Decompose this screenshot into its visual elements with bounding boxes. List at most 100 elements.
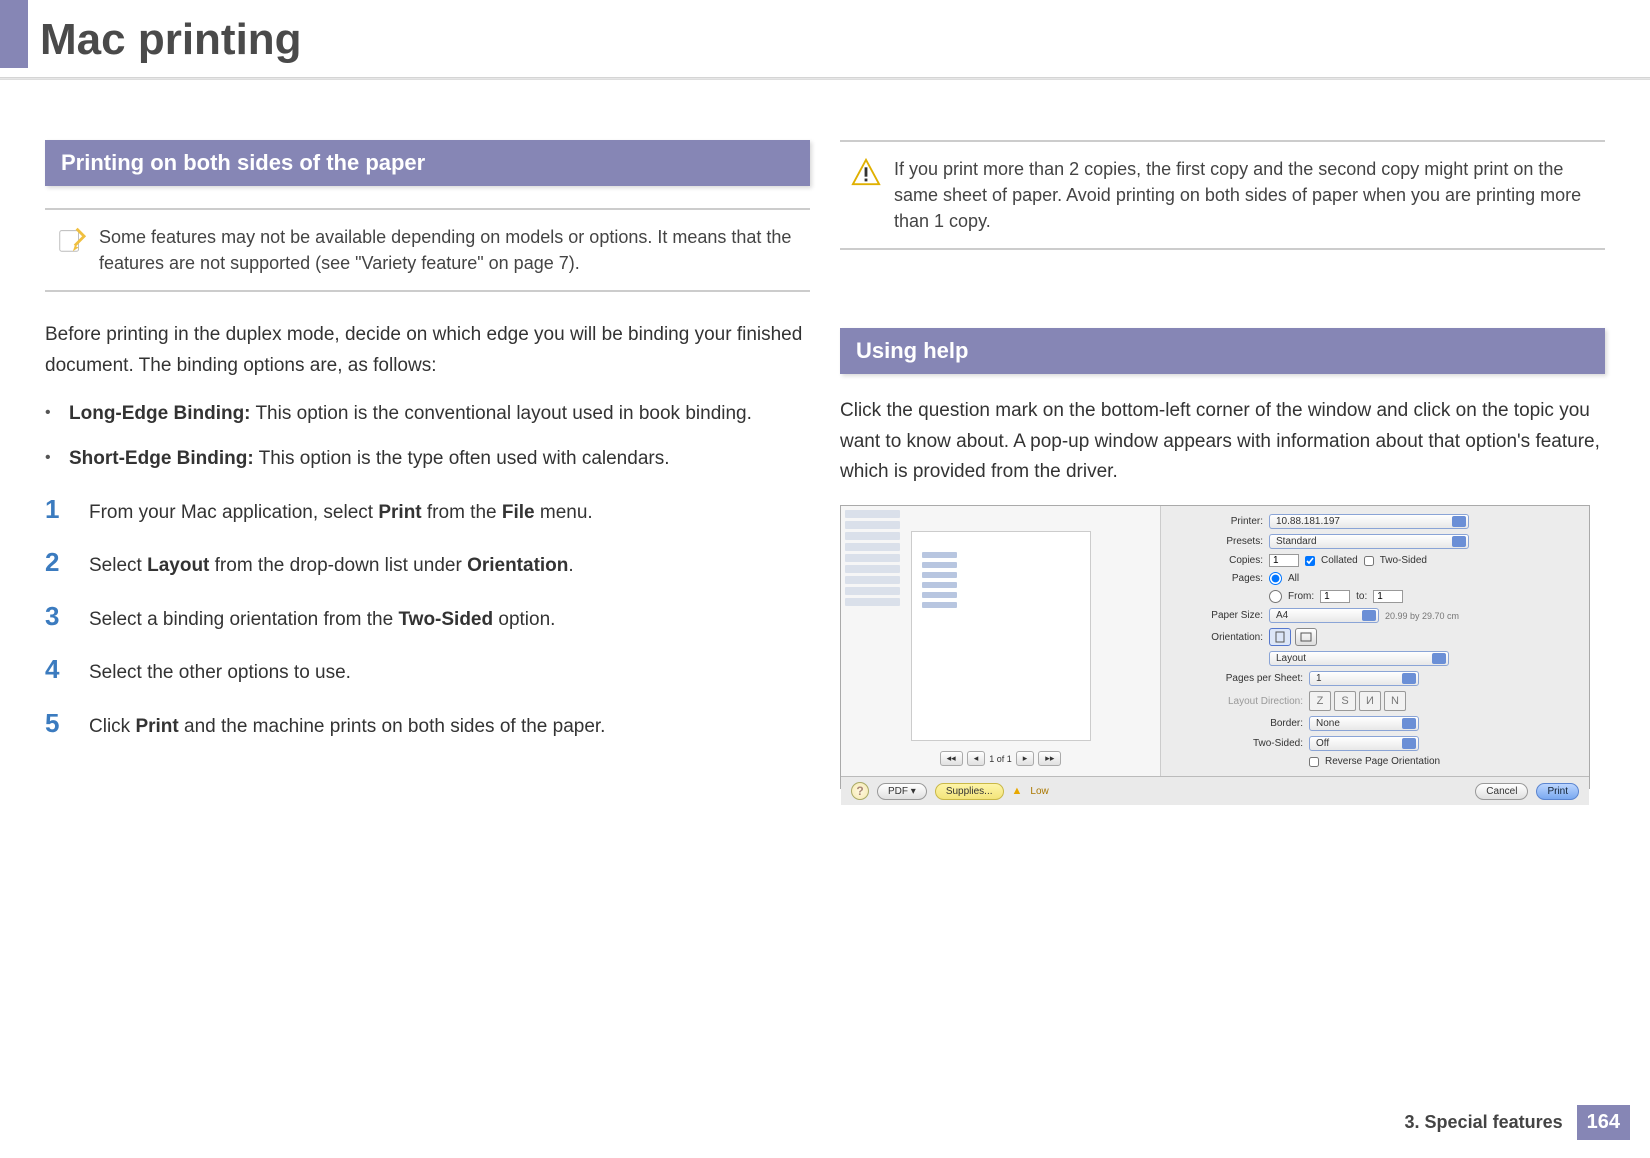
content-columns: Printing on both sides of the paper Some… — [0, 100, 1650, 789]
step-text: Click Print and the machine prints on bo… — [89, 713, 605, 742]
layout-dir-4[interactable]: N — [1384, 691, 1406, 711]
pager-label: 1 of 1 — [989, 754, 1012, 764]
cancel-button[interactable]: Cancel — [1475, 783, 1528, 800]
page-number: 164 — [1577, 1105, 1630, 1140]
layout-dropdown[interactable]: Layout — [1269, 651, 1449, 666]
step-list: 1 From your Mac application, select Prin… — [45, 494, 810, 742]
step-number: 1 — [45, 494, 67, 525]
step-number: 2 — [45, 547, 67, 578]
page-header: Mac printing — [0, 0, 1650, 100]
ghost-sidebar — [845, 510, 900, 745]
section-heading-help: Using help — [840, 328, 1605, 374]
pager-last-button[interactable]: ▸▸ — [1038, 751, 1061, 766]
bullet-short-edge: • Short-Edge Binding: This option is the… — [45, 444, 810, 473]
bullet-dot: • — [45, 444, 57, 473]
note-text: Some features may not be available depen… — [99, 224, 800, 276]
paper-size-select[interactable]: A4 — [1269, 608, 1379, 623]
preview-pane: ◂◂ ◂ 1 of 1 ▸ ▸▸ — [841, 506, 1161, 776]
section-heading-duplex: Printing on both sides of the paper — [45, 140, 810, 186]
pages-per-sheet-select[interactable]: 1 — [1309, 671, 1419, 686]
border-select[interactable]: None — [1309, 716, 1419, 731]
bullet-desc: This option is the conventional layout u… — [251, 403, 752, 424]
left-column: Printing on both sides of the paper Some… — [30, 140, 825, 789]
warning-box: If you print more than 2 copies, the fir… — [840, 140, 1605, 250]
step-2: 2 Select Layout from the drop-down list … — [45, 547, 810, 581]
step-text: Select the other options to use. — [89, 659, 351, 688]
pages-all-label: All — [1288, 573, 1299, 584]
from-input[interactable] — [1320, 590, 1350, 603]
to-input[interactable] — [1373, 590, 1403, 603]
bullet-desc: This option is the type often used with … — [254, 448, 670, 469]
orientation-portrait-button[interactable] — [1269, 628, 1291, 646]
header-divider — [0, 77, 1650, 80]
layout-direction-buttons: Z S И N — [1309, 691, 1406, 711]
copies-label: Copies: — [1173, 555, 1263, 566]
pages-label: Pages: — [1173, 573, 1263, 584]
print-button[interactable]: Print — [1536, 783, 1579, 800]
help-paragraph: Click the question mark on the bottom-le… — [840, 396, 1605, 487]
layout-dir-3[interactable]: И — [1359, 691, 1381, 711]
page-footer: 3. Special features 164 — [1405, 1105, 1630, 1140]
pager-first-button[interactable]: ◂◂ — [940, 751, 963, 766]
printer-select[interactable]: 10.88.181.197 — [1269, 514, 1469, 529]
warning-icon — [850, 156, 882, 188]
header-accent-bar — [0, 0, 28, 68]
step-4: 4 Select the other options to use. — [45, 654, 810, 688]
pager: ◂◂ ◂ 1 of 1 ▸ ▸▸ — [940, 751, 1062, 766]
bullet-label: Long-Edge Binding: — [69, 403, 251, 424]
note-box: Some features may not be available depen… — [45, 208, 810, 292]
low-label: Low — [1030, 786, 1048, 797]
layout-dir-1[interactable]: Z — [1309, 691, 1331, 711]
settings-pane: Printer: 10.88.181.197 Presets: Standard… — [1161, 506, 1589, 776]
bullet-dot: • — [45, 399, 57, 428]
step-number: 5 — [45, 708, 67, 739]
duplex-intro: Before printing in the duplex mode, deci… — [45, 320, 810, 381]
low-warning-icon: ▲ — [1012, 785, 1023, 797]
collated-checkbox[interactable] — [1305, 556, 1315, 566]
step-text: Select Layout from the drop-down list un… — [89, 552, 574, 581]
step-number: 4 — [45, 654, 67, 685]
presets-label: Presets: — [1173, 536, 1263, 547]
step-3: 3 Select a binding orientation from the … — [45, 601, 810, 635]
help-button[interactable]: ? — [851, 782, 869, 800]
reverse-label: Reverse Page Orientation — [1325, 756, 1440, 767]
copies-input[interactable] — [1269, 554, 1299, 567]
right-column: If you print more than 2 copies, the fir… — [825, 140, 1620, 789]
step-1: 1 From your Mac application, select Prin… — [45, 494, 810, 528]
orientation-label: Orientation: — [1173, 632, 1263, 643]
pager-prev-button[interactable]: ◂ — [967, 751, 986, 766]
border-label: Border: — [1173, 718, 1303, 729]
warning-text: If you print more than 2 copies, the fir… — [894, 156, 1595, 234]
two-sided-select[interactable]: Off — [1309, 736, 1419, 751]
pdf-button[interactable]: PDF ▾ — [877, 783, 927, 800]
two-sided-label: Two-Sided: — [1173, 738, 1303, 749]
orientation-landscape-button[interactable] — [1295, 628, 1317, 646]
presets-select[interactable]: Standard — [1269, 534, 1469, 549]
paper-size-label: Paper Size: — [1173, 610, 1263, 621]
pages-all-radio[interactable] — [1269, 572, 1282, 585]
note-icon — [55, 224, 87, 256]
pager-next-button[interactable]: ▸ — [1016, 751, 1035, 766]
collated-label: Collated — [1321, 555, 1358, 566]
pages-per-sheet-label: Pages per Sheet: — [1173, 673, 1303, 684]
supplies-button[interactable]: Supplies... — [935, 783, 1004, 800]
footer-chapter-label: 3. Special features — [1405, 1112, 1563, 1133]
paper-dim-label: 20.99 by 29.70 cm — [1385, 611, 1459, 621]
reverse-checkbox[interactable] — [1309, 757, 1319, 767]
layout-dir-2[interactable]: S — [1334, 691, 1356, 711]
layout-direction-label: Layout Direction: — [1173, 696, 1303, 707]
step-5: 5 Click Print and the machine prints on … — [45, 708, 810, 742]
print-dialog-screenshot: ◂◂ ◂ 1 of 1 ▸ ▸▸ Printer: 10.88.181.197 … — [840, 505, 1590, 789]
bullet-label: Short-Edge Binding: — [69, 448, 254, 469]
step-text: Select a binding orientation from the Tw… — [89, 606, 555, 635]
bullet-text: Long-Edge Binding: This option is the co… — [69, 399, 752, 428]
pages-from-radio[interactable] — [1269, 590, 1282, 603]
step-number: 3 — [45, 601, 67, 632]
pages-to-label: to: — [1356, 591, 1367, 602]
bullet-text: Short-Edge Binding: This option is the t… — [69, 444, 670, 473]
two-sided-checkbox[interactable] — [1364, 556, 1374, 566]
bullet-long-edge: • Long-Edge Binding: This option is the … — [45, 399, 810, 428]
dialog-footer: ? PDF ▾ Supplies... ▲ Low Cancel Print — [841, 776, 1589, 805]
page-title: Mac printing — [40, 10, 1650, 65]
preview-sheet — [911, 531, 1091, 741]
